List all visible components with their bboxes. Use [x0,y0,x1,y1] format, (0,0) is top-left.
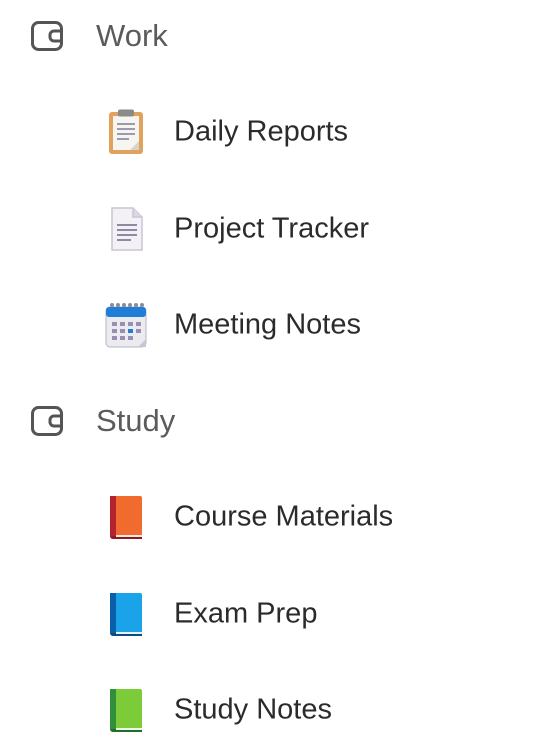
page-item-course-materials[interactable]: Course Materials [0,469,560,565]
section-header-study[interactable]: Study [0,373,560,469]
page-item-exam-prep[interactable]: Exam Prep [0,566,560,662]
blue-book-icon [104,590,148,638]
notebook-icon [30,404,64,438]
notebook-icon [30,19,64,53]
section-label: Study [96,403,176,438]
page-label: Meeting Notes [174,308,361,341]
section-header-work[interactable]: Work [0,0,560,84]
page-label: Exam Prep [174,597,318,630]
page-item-daily-reports[interactable]: Daily Reports [0,84,560,180]
page-item-meeting-notes[interactable]: Meeting Notes [0,277,560,373]
calendar-icon [104,301,148,349]
page-label: Project Tracker [174,212,369,245]
clipboard-icon [104,108,148,156]
page-label: Daily Reports [174,115,349,148]
page-item-project-tracker[interactable]: Project Tracker [0,181,560,277]
section-label: Work [96,18,168,53]
document-icon [104,205,148,253]
page-label: Course Materials [174,500,394,533]
orange-book-icon [104,493,148,541]
page-label: Study Notes [174,693,332,726]
page-item-study-notes[interactable]: Study Notes [0,662,560,744]
green-book-icon [104,686,148,734]
